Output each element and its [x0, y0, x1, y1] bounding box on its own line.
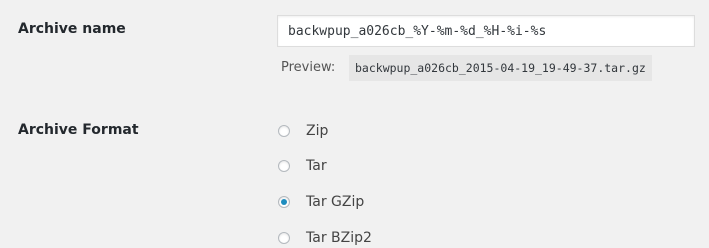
radio-label-tar-bzip2: Tar BZip2	[306, 230, 372, 246]
archive-name-input[interactable]	[277, 15, 695, 47]
archive-format-option-tar[interactable]: Tar	[278, 156, 327, 176]
archive-format-option-tar-bzip2[interactable]: Tar BZip2	[278, 228, 372, 248]
radio-label-zip: Zip	[306, 123, 329, 139]
preview-label: Preview:	[281, 60, 336, 75]
radio-label-tar: Tar	[306, 158, 327, 174]
radio-zip[interactable]	[278, 125, 290, 137]
radio-tar[interactable]	[278, 160, 290, 172]
archive-format-option-tar-gzip[interactable]: Tar GZip	[278, 192, 364, 212]
preview-filename: backwpup_a026cb_2015-04-19_19-49-37.tar.…	[349, 55, 652, 81]
archive-name-label: Archive name	[18, 21, 126, 37]
radio-tar-bzip2[interactable]	[278, 232, 290, 244]
radio-tar-gzip[interactable]	[278, 196, 290, 208]
radio-label-tar-gzip: Tar GZip	[306, 194, 365, 210]
archive-format-option-zip[interactable]: Zip	[278, 121, 328, 141]
archive-format-label: Archive Format	[18, 122, 139, 138]
